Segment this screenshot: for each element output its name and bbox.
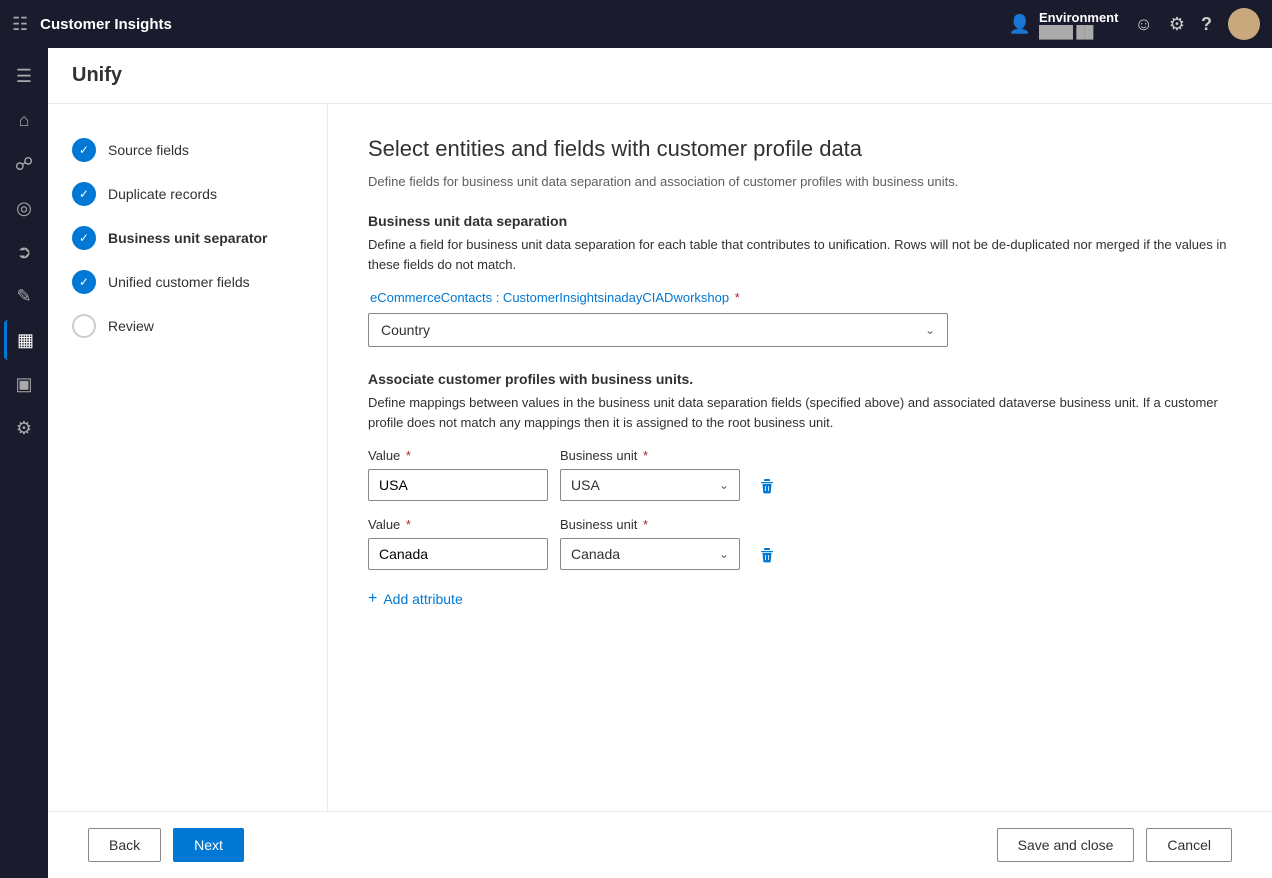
business-unit-group-2: Business unit * Canada ⌄: [560, 517, 740, 570]
gear-icon[interactable]: ⚙: [1169, 14, 1185, 35]
entity-field-label: eCommerceContacts : CustomerInsightsinad…: [368, 290, 1232, 305]
avatar[interactable]: [1228, 8, 1260, 40]
business-unit-value-2: Canada: [571, 546, 620, 562]
section-page-title: Select entities and fields with customer…: [368, 136, 1232, 162]
save-close-button[interactable]: Save and close: [997, 828, 1135, 862]
footer-right: Save and close Cancel: [997, 828, 1232, 862]
step-unified-customer-fields[interactable]: ✓ Unified customer fields: [64, 260, 311, 304]
sidebar-item-segments[interactable]: ▦: [4, 320, 44, 360]
business-unit-group-1: Business unit * USA ⌄: [560, 448, 740, 501]
main-content: Select entities and fields with customer…: [328, 104, 1272, 811]
associate-section: Associate customer profiles with busines…: [368, 371, 1232, 612]
check-icon-3: ✓: [79, 231, 89, 245]
add-attr-label: Add attribute: [383, 591, 462, 607]
step-circle-source-fields: ✓: [72, 138, 96, 162]
required-star: *: [731, 290, 740, 305]
business-unit-label-1: Business unit *: [560, 448, 740, 463]
step-duplicate-records[interactable]: ✓ Duplicate records: [64, 172, 311, 216]
section1-title: Business unit data separation: [368, 213, 1232, 229]
step-label-business-unit-separator: Business unit separator: [108, 230, 268, 246]
country-dropdown-chevron: ⌄: [925, 323, 935, 337]
value-group-2: Value *: [368, 517, 548, 570]
step-label-review: Review: [108, 318, 154, 334]
section2-title: Associate customer profiles with busines…: [368, 371, 1232, 387]
bu-chevron-1: ⌄: [719, 478, 729, 492]
value-label-1: Value *: [368, 448, 548, 463]
step-label-duplicate-records: Duplicate records: [108, 186, 217, 202]
entity-name: eCommerceContacts : CustomerInsightsinad…: [370, 290, 729, 305]
mapping-row-1: Value * Business unit * USA ⌄: [368, 448, 1232, 501]
help-icon[interactable]: ?: [1201, 14, 1212, 35]
next-button[interactable]: Next: [173, 828, 244, 862]
smiley-icon[interactable]: ☺: [1134, 14, 1152, 35]
business-unit-section: Business unit data separation Define a f…: [368, 213, 1232, 347]
step-circle-business-unit-separator: ✓: [72, 226, 96, 250]
mapping-row-2: Value * Business unit * Canada ⌄: [368, 517, 1232, 570]
footer-left: Back Next: [88, 828, 244, 862]
step-review[interactable]: Review: [64, 304, 311, 348]
value-label-2: Value *: [368, 517, 548, 532]
sidebar-item-target[interactable]: ◎: [4, 188, 44, 228]
bu-chevron-2: ⌄: [719, 547, 729, 561]
sidebar-item-home[interactable]: ⌂: [4, 100, 44, 140]
sidebar-item-analytics[interactable]: ☍: [4, 144, 44, 184]
env-icon: 👤: [1009, 14, 1031, 35]
env-sub: ████ ██: [1039, 25, 1118, 39]
sidebar-item-chart[interactable]: ➲: [4, 232, 44, 272]
check-icon: ✓: [79, 143, 89, 157]
delete-row-1-button[interactable]: [752, 471, 782, 501]
step-circle-duplicate-records: ✓: [72, 182, 96, 206]
step-business-unit-separator[interactable]: ✓ Business unit separator: [64, 216, 311, 260]
delete-row-2-button[interactable]: [752, 540, 782, 570]
trash-icon-2: [758, 546, 776, 564]
country-dropdown[interactable]: Country ⌄: [368, 313, 948, 347]
check-icon-2: ✓: [79, 187, 89, 201]
env-label: Environment: [1039, 10, 1118, 25]
footer: Back Next Save and close Cancel: [48, 811, 1272, 878]
value-group-1: Value *: [368, 448, 548, 501]
check-icon-4: ✓: [79, 275, 89, 289]
business-unit-label-2: Business unit *: [560, 517, 740, 532]
value-input-2[interactable]: [368, 538, 548, 570]
step-circle-review: [72, 314, 96, 338]
country-dropdown-value: Country: [381, 322, 430, 338]
section1-desc: Define a field for business unit data se…: [368, 235, 1232, 274]
sidebar-item-menu[interactable]: ☰: [4, 56, 44, 96]
sidebar-item-settings[interactable]: ⚙: [4, 408, 44, 448]
step-circle-unified-customer-fields: ✓: [72, 270, 96, 294]
step-label-source-fields: Source fields: [108, 142, 189, 158]
add-attribute-button[interactable]: + Add attribute: [368, 586, 463, 612]
business-unit-dropdown-1[interactable]: USA ⌄: [560, 469, 740, 501]
page-header: Unify: [48, 48, 1272, 104]
business-unit-dropdown-2[interactable]: Canada ⌄: [560, 538, 740, 570]
page-title: Unify: [72, 64, 1248, 87]
grid-icon[interactable]: ☷: [12, 14, 28, 35]
steps-sidebar: ✓ Source fields ✓ Duplicate records ✓ Bu…: [48, 104, 328, 811]
step-label-unified-customer-fields: Unified customer fields: [108, 274, 250, 290]
environment-info: 👤 Environment ████ ██: [1009, 10, 1119, 39]
business-unit-value-1: USA: [571, 477, 600, 493]
sidebar-item-reports[interactable]: ▣: [4, 364, 44, 404]
section2-desc: Define mappings between values in the bu…: [368, 393, 1232, 432]
icon-sidebar: ☰ ⌂ ☍ ◎ ➲ ✎ ▦ ▣ ⚙: [0, 48, 48, 878]
back-button[interactable]: Back: [88, 828, 161, 862]
app-title: Customer Insights: [40, 16, 172, 33]
sidebar-item-lightbulb[interactable]: ✎: [4, 276, 44, 316]
plus-icon: +: [368, 590, 377, 608]
cancel-button[interactable]: Cancel: [1146, 828, 1232, 862]
value-input-1[interactable]: [368, 469, 548, 501]
trash-icon-1: [758, 477, 776, 495]
step-source-fields[interactable]: ✓ Source fields: [64, 128, 311, 172]
section-page-desc: Define fields for business unit data sep…: [368, 174, 1232, 189]
